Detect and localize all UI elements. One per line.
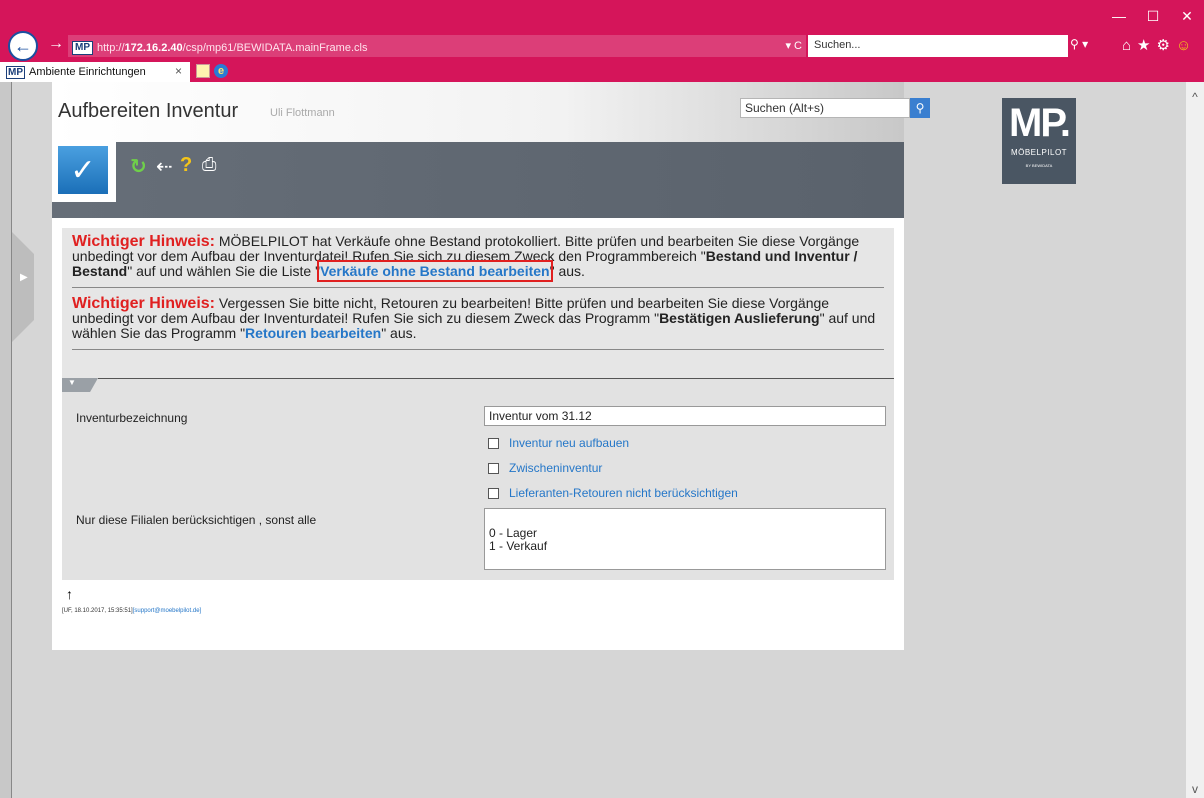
browser-titlebar: — ☐ ✕ xyxy=(0,0,1204,32)
refresh-icon[interactable]: ▾ C xyxy=(785,39,802,52)
vertical-scrollbar[interactable]: ^ v xyxy=(1186,82,1204,798)
tab-ambiente[interactable]: MP Ambiente Einrichtungen × xyxy=(0,62,190,82)
tab-close-icon[interactable]: × xyxy=(175,64,182,78)
close-window-button[interactable]: ✕ xyxy=(1170,0,1204,32)
checkbox-label[interactable]: Lieferanten-Retouren nicht berücksichtig… xyxy=(509,486,738,500)
back-arrow-icon[interactable]: ⇠ xyxy=(156,154,173,179)
print-icon[interactable]: ⎙ xyxy=(202,154,216,175)
page-background: ▶ Aufbereiten Inventur Uli Flottmann Suc… xyxy=(12,82,1186,798)
page-viewport: ▶ Aufbereiten Inventur Uli Flottmann Suc… xyxy=(0,82,1204,798)
notice-retouren: Wichtiger Hinweis: Vergessen Sie bitte n… xyxy=(72,296,884,350)
url-host: 172.16.2.40 xyxy=(124,41,183,54)
form-divider xyxy=(98,378,894,379)
app-search-input[interactable]: Suchen (Alt+s) xyxy=(740,98,910,118)
arrow-left-icon: ← xyxy=(14,35,32,56)
browser-forward-button[interactable]: → xyxy=(48,35,64,53)
notice-text: " aus. xyxy=(381,325,417,341)
page-title: Aufbereiten Inventur xyxy=(58,100,239,122)
browser-tab-row: MP Ambiente Einrichtungen × e xyxy=(0,62,1204,82)
url-prefix: http:// xyxy=(97,41,125,54)
tab-title: Ambiente Einrichtungen xyxy=(29,66,146,78)
logo-mark: MP. xyxy=(1009,101,1071,145)
chevron-down-icon[interactable]: ▼ xyxy=(68,378,76,387)
scroll-up-icon[interactable]: ^ xyxy=(1186,88,1204,106)
checkbox-label[interactable]: Inventur neu aufbauen xyxy=(509,436,629,450)
new-tab-icon[interactable] xyxy=(196,64,210,78)
support-email-link[interactable]: [support@moebelpilot.de] xyxy=(133,608,201,614)
notice-program: Bestätigen Auslieferung xyxy=(659,310,820,326)
help-icon[interactable]: ? xyxy=(180,154,192,177)
checkbox-lieferanten-retouren[interactable]: Lieferanten-Retouren nicht berücksichtig… xyxy=(488,486,738,500)
left-border xyxy=(0,82,12,798)
inventur-name-input[interactable]: Inventur vom 31.12 xyxy=(484,406,886,426)
notice-text: " aus. xyxy=(549,263,585,279)
browser-address-row: ← → MP http://172.16.2.40/csp/mp61/BEWID… xyxy=(0,31,1204,62)
search-icon[interactable]: ⚲ xyxy=(910,98,930,118)
browser-back-button[interactable]: ← xyxy=(8,31,38,61)
logo-name: MÖBELPILOT xyxy=(1010,148,1068,157)
site-favicon-icon: MP xyxy=(72,40,93,55)
footer-info: [UF, 18.10.2017, 15:35:51][support@moebe… xyxy=(62,608,201,614)
app-toolbar: ✓ ↻ ⇠ ? ⎙ xyxy=(52,140,904,218)
ie-icon[interactable]: e xyxy=(214,64,228,78)
app-header: Aufbereiten Inventur Uli Flottmann Suche… xyxy=(52,82,930,142)
window-controls: — ☐ ✕ xyxy=(1102,0,1204,32)
side-panel-handle[interactable] xyxy=(12,232,34,342)
moebelpilot-logo: MP. MÖBELPILOT BY BEWIDATA xyxy=(1002,98,1076,184)
notice-verkaeufe: Wichtiger Hinweis: MÖBELPILOT hat Verkäu… xyxy=(72,234,884,288)
minimize-button[interactable]: — xyxy=(1102,0,1136,32)
notice-panel: Wichtiger Hinweis: MÖBELPILOT hat Verkäu… xyxy=(62,228,894,378)
browser-toolbar-icons[interactable]: ⌂★⚙☺ xyxy=(1122,36,1197,54)
home-favorites-settings-icon[interactable]: ⌂★⚙ xyxy=(1122,37,1176,54)
checkbox-zwischeninventur[interactable]: Zwischeninventur xyxy=(488,461,602,475)
checkbox-inventur-neu[interactable]: Inventur neu aufbauen xyxy=(488,436,629,450)
user-name: Uli Flottmann xyxy=(270,107,335,119)
checkbox-label[interactable]: Zwischeninventur xyxy=(509,461,602,475)
filialen-listbox[interactable]: 0 - Lager 1 - Verkauf xyxy=(484,508,886,570)
scroll-to-top-icon[interactable]: ↑ xyxy=(66,586,73,602)
verkaeufe-ohne-bestand-link[interactable]: Verkäufe ohne Bestand bearbeiten xyxy=(317,260,553,282)
browser-search-icon[interactable]: ⚲ ▾ xyxy=(1070,37,1088,51)
address-bar[interactable]: MP http://172.16.2.40/csp/mp61/BEWIDATA.… xyxy=(68,35,806,57)
checkmark-icon: ✓ xyxy=(58,146,108,194)
tab-favicon-icon: MP xyxy=(6,65,25,79)
retouren-bearbeiten-link[interactable]: Retouren bearbeiten xyxy=(245,325,381,341)
url-path: /csp/mp61/BEWIDATA.mainFrame.cls xyxy=(182,41,368,54)
refresh-icon[interactable]: ↻ xyxy=(130,154,147,179)
checkbox-box[interactable] xyxy=(488,487,499,499)
notice-text: " auf und wählen Sie die Liste " xyxy=(127,263,321,279)
confirm-button[interactable]: ✓ xyxy=(52,140,116,202)
checkbox-box[interactable] xyxy=(488,462,499,474)
list-item[interactable]: 1 - Verkauf xyxy=(489,540,881,553)
chevron-right-icon[interactable]: ▶ xyxy=(20,272,28,283)
app-container: Aufbereiten Inventur Uli Flottmann Suche… xyxy=(52,82,1076,650)
form-panel: ▼ Inventurbezeichnung Inventur vom 31.12… xyxy=(62,378,894,580)
maximize-button[interactable]: ☐ xyxy=(1136,0,1170,32)
scroll-down-icon[interactable]: v xyxy=(1186,780,1204,798)
filialen-label: Nur diese Filialen berücksichtigen , son… xyxy=(76,513,317,527)
footer-timestamp: [UF, 18.10.2017, 15:35:51] xyxy=(62,608,133,614)
list-item[interactable]: 0 - Lager xyxy=(489,527,881,540)
logo-sub: BY BEWIDATA xyxy=(1025,163,1053,168)
inventur-label: Inventurbezeichnung xyxy=(76,411,188,425)
feedback-smiley-icon[interactable]: ☺ xyxy=(1176,37,1197,54)
checkbox-box[interactable] xyxy=(488,437,499,449)
browser-search-input[interactable]: Suchen... xyxy=(808,35,1068,57)
